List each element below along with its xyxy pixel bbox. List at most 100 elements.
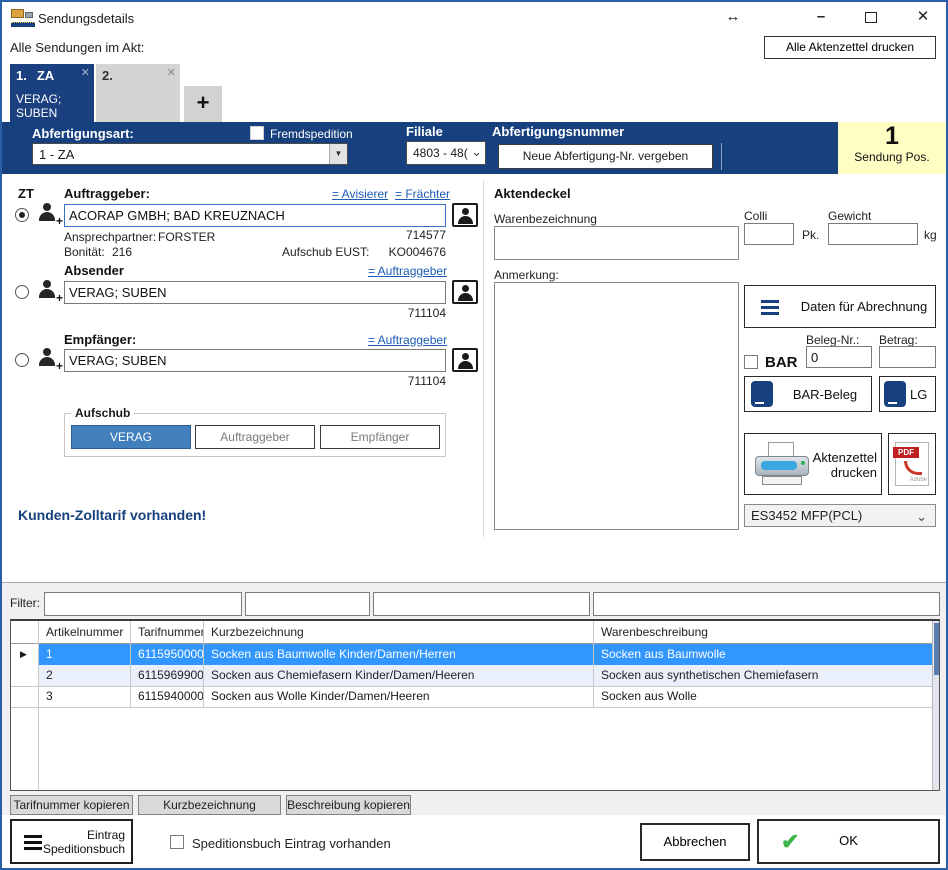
col-warenbeschreibung[interactable]: Warenbeschreibung: [593, 621, 932, 644]
bar-checkbox[interactable]: [744, 355, 758, 369]
col-tarifnummer[interactable]: Tarifnummer: [130, 621, 203, 644]
person-add-icon[interactable]: +: [37, 348, 61, 370]
tab2-number: 2.: [102, 68, 174, 83]
abfertigungsart-label: Abfertigungsart:: [32, 126, 134, 141]
abbrechen-button[interactable]: Abbrechen: [640, 823, 750, 861]
filter-input-warenbeschreibung[interactable]: [593, 592, 940, 616]
positions-zone: Filter: Artikelnummer Tarifnummer Kurzbe…: [2, 582, 946, 815]
maximize-button[interactable]: [857, 6, 885, 28]
positions-table: Artikelnummer Tarifnummer Kurzbezeichnun…: [10, 619, 940, 791]
alle-aktenzettel-drucken-button[interactable]: Alle Aktenzettel drucken: [764, 36, 936, 59]
anmerkung-label: Anmerkung:: [494, 268, 559, 282]
empfaenger-auftraggeber-link[interactable]: = Auftraggeber: [368, 333, 447, 347]
beleg-nr-label: Beleg-Nr.:: [806, 333, 859, 347]
aufschub-empfaenger-button[interactable]: Empfänger: [320, 425, 440, 449]
aufschub-auftraggeber-button[interactable]: Auftraggeber: [195, 425, 315, 449]
fremdspedition-label: Fremdspedition: [270, 127, 353, 141]
printer-value: ES3452 MFP(PCL): [751, 508, 862, 523]
daten-abrechnung-button[interactable]: Daten für Abrechnung: [744, 285, 936, 328]
eintrag-speditionsbuch-button[interactable]: EintragSpeditionsbuch: [10, 819, 133, 864]
row-selector-header: [11, 621, 38, 644]
ansprechpartner-value: FORSTER: [158, 230, 215, 244]
absender-auftraggeber-link[interactable]: = Auftraggeber: [368, 264, 447, 278]
filiale-select[interactable]: 4803 - 48( ⌄: [406, 141, 486, 165]
ok-button[interactable]: ✔ OK: [757, 819, 940, 864]
abfertigungsart-select[interactable]: 1 - ZA ▼: [32, 143, 348, 165]
tab1-line3: SUBEN: [16, 106, 88, 120]
zolltarif-note: Kunden-Zolltarif vorhanden!: [18, 507, 206, 523]
lg-button[interactable]: LG: [879, 376, 936, 412]
absender-number: 711104: [356, 306, 446, 320]
truck-icon: [11, 8, 35, 27]
minimize-button[interactable]: –: [807, 6, 835, 28]
dropdown-arrow-icon[interactable]: ▼: [329, 144, 347, 164]
beleg-nr-input[interactable]: [806, 346, 872, 368]
warenbezeichnung-input[interactable]: [494, 226, 739, 260]
filter-input-kurzbezeichnung[interactable]: [373, 592, 590, 616]
auftraggeber-radio[interactable]: [15, 208, 29, 222]
row-selector-arrow: ▶: [20, 644, 27, 665]
neue-abfertigungsnr-button[interactable]: Neue Abfertigung-Nr. vergeben: [498, 144, 713, 169]
abfertigungsnummer-label: Abfertigungsnummer: [492, 124, 624, 139]
colli-input[interactable]: [744, 223, 794, 245]
aktenzettel-drucken-button[interactable]: Aktenzettel drucken: [744, 433, 882, 495]
resize-icon: ↔: [720, 6, 746, 28]
empfaenger-contact-button[interactable]: [452, 348, 478, 372]
grid-line: [11, 686, 939, 687]
betrag-input[interactable]: [879, 346, 936, 368]
add-tab-button[interactable]: +: [184, 86, 222, 122]
close-button[interactable]: ✕: [907, 6, 939, 28]
tab-sendung-2[interactable]: ✕ 2.: [96, 64, 180, 122]
aufschub-group: Aufschub VERAG Auftraggeber Empfänger: [64, 413, 446, 457]
person-icon: [462, 208, 469, 215]
beschreibung-kopieren-button[interactable]: Beschreibung kopieren: [286, 795, 411, 815]
pdf-export-button[interactable]: PDF Adobe: [888, 433, 936, 495]
filter-input-artikelnummer[interactable]: [44, 592, 242, 616]
avisierer-link[interactable]: = Avisierer: [332, 187, 388, 201]
absender-contact-button[interactable]: [452, 280, 478, 304]
person-add-icon[interactable]: +: [37, 280, 61, 302]
kurzbezeichnung-kopieren-button[interactable]: Kurzbezeichnung kopieren: [138, 795, 281, 815]
printer-select[interactable]: ES3452 MFP(PCL) ⌄: [744, 504, 936, 527]
filter-input-tarifnummer[interactable]: [245, 592, 370, 616]
chevron-down-icon: ⌄: [916, 506, 927, 527]
auftraggeber-input[interactable]: [64, 204, 446, 227]
empfaenger-input[interactable]: [64, 349, 446, 372]
footer-bar: EintragSpeditionsbuch Speditionsbuch Ein…: [2, 815, 946, 868]
empfaenger-radio[interactable]: [15, 353, 29, 367]
fraechter-link[interactable]: = Frächter: [395, 187, 450, 201]
tarifnummer-kopieren-button[interactable]: Tarifnummer kopieren: [10, 795, 133, 815]
aufschub-verag-button[interactable]: VERAG: [71, 425, 191, 449]
grid-line: [593, 621, 594, 707]
abfertigungsart-value: 1 - ZA: [39, 147, 74, 162]
bonitaet-label: Bonität:: [64, 245, 105, 259]
grid-line: [38, 621, 39, 790]
anmerkung-input[interactable]: [494, 282, 739, 530]
gewicht-input[interactable]: [828, 223, 918, 245]
abfertigung-band: Abfertigungsart: 1 - ZA ▼ Fremdspedition…: [2, 122, 946, 174]
auftraggeber-number: 714577: [356, 228, 446, 242]
ansprechpartner-label: Ansprechpartner:: [64, 230, 156, 244]
filiale-value: 4803 - 48(: [413, 146, 471, 160]
person-add-icon[interactable]: +: [37, 203, 61, 225]
sendung-pos-label: Sendung Pos.: [838, 150, 946, 164]
filter-label: Filter:: [10, 596, 40, 610]
panel-divider: [483, 180, 484, 537]
close-icon[interactable]: ✕: [81, 66, 90, 79]
col-artikelnummer[interactable]: Artikelnummer: [38, 621, 130, 644]
auftraggeber-contact-button[interactable]: [452, 203, 478, 227]
fremdspedition-checkbox[interactable]: [250, 126, 264, 140]
bar-beleg-button[interactable]: BAR-Beleg: [744, 376, 872, 412]
pk-label: Pk.: [802, 228, 819, 242]
absender-radio[interactable]: [15, 285, 29, 299]
grid-line: [11, 707, 939, 708]
speditionsbuch-checkbox[interactable]: [170, 835, 184, 849]
col-kurzbezeichnung[interactable]: Kurzbezeichnung: [203, 621, 593, 644]
tab-sendung-1[interactable]: ✕ 1.ZA VERAG; SUBEN: [10, 64, 94, 122]
close-icon[interactable]: ✕: [167, 66, 176, 79]
window-title: Sendungsdetails: [38, 11, 134, 26]
absender-input[interactable]: [64, 281, 446, 304]
sendung-pos-badge: 1 Sendung Pos.: [838, 122, 946, 174]
euro-receipt-icon: [884, 381, 906, 407]
table-scrollbar[interactable]: [932, 621, 939, 790]
